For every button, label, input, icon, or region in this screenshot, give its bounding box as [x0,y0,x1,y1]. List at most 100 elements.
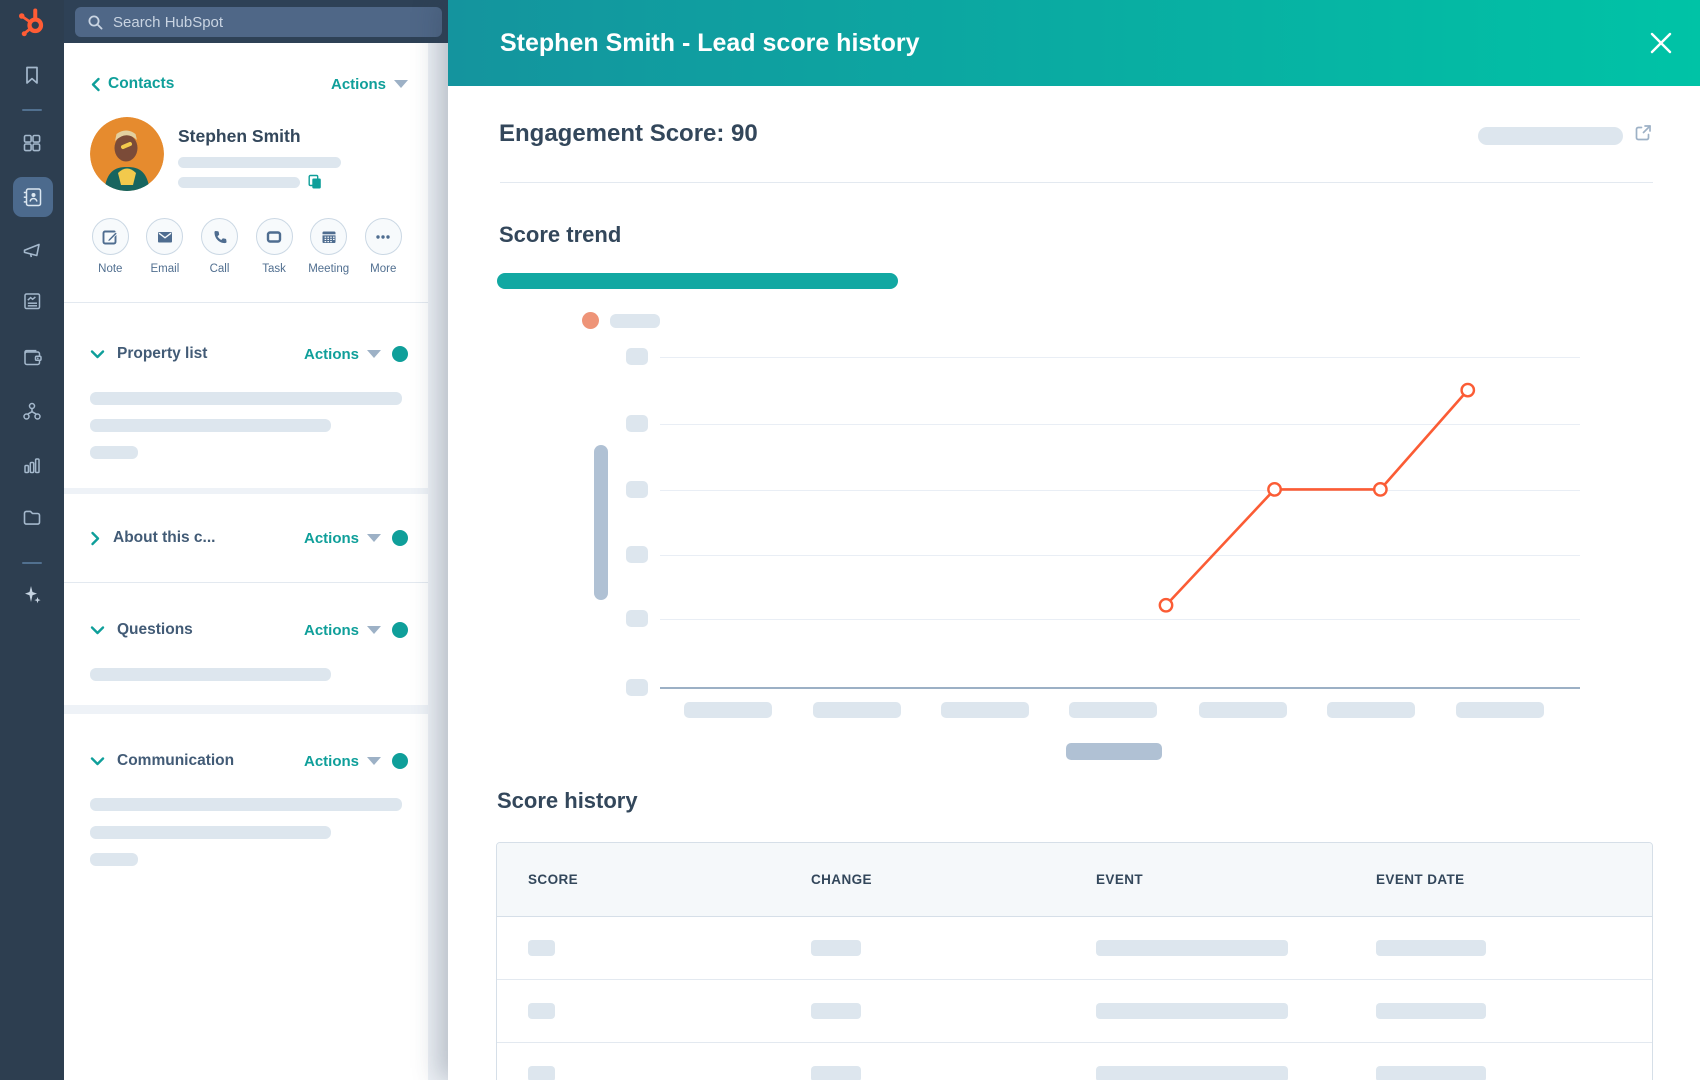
placeholder-cell [1376,1003,1486,1019]
reporting-barchart-icon[interactable] [21,454,43,476]
x-tick-placeholder [1069,702,1157,718]
placeholder-cell [1376,1066,1486,1080]
marketing-megaphone-icon[interactable] [21,240,43,262]
section-toggle[interactable]: Questions [90,621,193,639]
section-header-about: About this c... Actions [90,528,408,548]
task-button[interactable]: Task [247,218,302,275]
placeholder-bar [90,392,402,405]
dropdown-triangle-icon [367,626,381,634]
status-dot [392,346,408,362]
table-row [497,917,1652,980]
placeholder-bar [178,157,341,168]
sidebar-divider [22,562,42,564]
ai-sparkle-icon[interactable] [21,584,43,606]
section-header-property-list: Property list Actions [90,344,408,364]
chart-gridline [660,619,1580,620]
engagement-score-heading: Engagement Score: 90 [499,120,758,148]
contact-avatar [90,117,164,191]
placeholder-cell [1096,940,1288,956]
column-header-event: EVENT [1065,872,1345,887]
column-header-score: SCORE [497,872,780,887]
section-toggle[interactable]: About this c... [90,529,215,547]
x-tick-placeholder [1199,702,1287,718]
chart-x-axis-line [660,687,1580,689]
section-header-communication: Communication Actions [90,751,408,771]
legend-placeholder-label [610,314,660,328]
close-icon[interactable] [1648,30,1674,56]
content-divider [500,182,1653,183]
commerce-wallet-icon[interactable] [21,346,43,368]
task-icon [265,228,283,246]
x-axis-label-placeholder [1066,743,1162,760]
hubspot-logo-icon[interactable] [16,7,46,37]
table-row [497,1043,1652,1080]
chevron-down-icon [90,756,105,767]
library-folder-icon[interactable] [21,506,43,528]
chart-gridline [660,424,1580,425]
placeholder-cell [1096,1066,1288,1080]
placeholder-cell [528,1003,555,1019]
placeholder-cell [528,940,555,956]
column-header-event-date: EVENT DATE [1345,872,1652,887]
section-actions-button[interactable]: Actions [304,622,381,639]
meeting-button[interactable]: Meeting [301,218,356,275]
y-tick-placeholder [626,610,648,627]
score-trend-heading: Score trend [499,222,621,248]
lead-score-history-panel: Stephen Smith - Lead score history Engag… [448,0,1700,1080]
search-placeholder: Search HubSpot [113,14,223,31]
section-divider [64,302,428,303]
score-history-heading: Score history [497,788,638,814]
score-history-table: SCORE CHANGE EVENT EVENT DATE [496,842,1653,1080]
x-tick-placeholder [1327,702,1415,718]
more-button[interactable]: More [356,218,411,275]
sidebar-divider [22,109,42,111]
section-gap [64,488,428,494]
chevron-right-icon [90,531,101,546]
bookmarks-icon[interactable] [21,64,43,86]
back-to-contacts-link[interactable]: Contacts [90,75,174,93]
x-tick-placeholder [813,702,901,718]
placeholder-cell [811,940,861,956]
section-gap [64,705,428,714]
section-actions-button[interactable]: Actions [304,346,381,363]
y-tick-placeholder [626,481,648,498]
status-dot [392,622,408,638]
x-tick-placeholder [684,702,772,718]
placeholder-cell [1376,940,1486,956]
email-button[interactable]: Email [138,218,193,275]
quick-actions-row: Note Email Call Task Meeting More [83,218,411,275]
status-dot [392,753,408,769]
content-document-icon[interactable] [21,290,43,312]
score-trend-progress-bar [497,273,898,289]
panel-title: Stephen Smith - Lead score history [500,29,920,58]
copy-icon[interactable] [307,174,323,190]
chart-gridline [660,490,1580,491]
note-button[interactable]: Note [83,218,138,275]
external-link-icon[interactable] [1633,123,1653,143]
email-icon [156,228,174,246]
workspaces-grid-icon[interactable] [21,132,43,154]
more-dots-icon [374,228,392,246]
placeholder-bar [90,798,402,811]
search-input[interactable]: Search HubSpot [75,7,442,37]
y-tick-placeholder [626,679,648,696]
automation-orgchart-icon[interactable] [21,400,43,422]
section-actions-button[interactable]: Actions [304,753,381,770]
contact-actions-button[interactable]: Actions [331,76,408,93]
section-actions-button[interactable]: Actions [304,530,381,547]
placeholder-bar [90,853,138,866]
y-tick-placeholder [626,415,648,432]
contacts-icon[interactable] [21,186,43,208]
placeholder-bar [90,826,331,839]
placeholder-pill [1478,127,1623,145]
chevron-left-icon [90,77,101,92]
section-toggle[interactable]: Communication [90,752,234,770]
placeholder-cell [811,1003,861,1019]
chevron-down-icon [90,349,105,360]
contact-name: Stephen Smith [178,126,301,147]
section-toggle[interactable]: Property list [90,345,207,363]
hubspot-app: Search HubSpot Contacts [0,0,1700,1080]
section-divider [64,582,428,583]
placeholder-bar [90,419,331,432]
call-button[interactable]: Call [192,218,247,275]
